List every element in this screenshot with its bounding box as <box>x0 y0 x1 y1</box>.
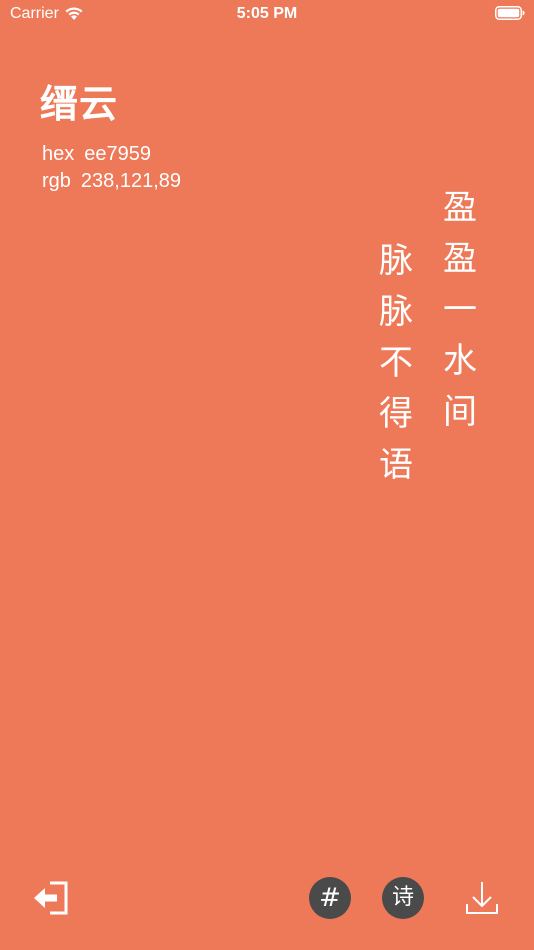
poem-char: 不 <box>379 343 413 383</box>
status-bar: Carrier 5:05 PM <box>0 0 534 30</box>
exit-icon <box>34 881 68 915</box>
color-detail-screen: Carrier 5:05 PM 缙云 hex ee7959 rgb 238,121,… <box>0 0 534 950</box>
poem-char: 脉 <box>379 241 413 281</box>
rgb-label: rgb <box>42 170 71 192</box>
poem-line-1: 盈 盈 一 水 间 <box>440 183 480 438</box>
poem-char: 语 <box>379 445 413 485</box>
hex-value: ee7959 <box>84 143 151 165</box>
download-icon <box>466 882 498 914</box>
poem-char: 脉 <box>379 292 413 332</box>
poem-char: 得 <box>379 394 413 434</box>
hash-button[interactable]: # <box>309 877 351 919</box>
rgb-row: rgb 238,121,89 <box>42 169 181 193</box>
poem-char: 一 <box>443 290 477 330</box>
poem-button[interactable]: 诗 <box>382 877 424 919</box>
color-name-title: 缙云 <box>40 82 119 126</box>
exit-button[interactable] <box>30 878 70 918</box>
poem-char: 盈 <box>443 239 477 279</box>
poem-char: 盈 <box>443 188 477 228</box>
rgb-value: 238,121,89 <box>80 170 182 192</box>
hex-row: hex ee7959 <box>42 142 151 166</box>
battery-icon <box>495 6 525 20</box>
poem-line-2: 脉 脉 不 得 语 <box>376 236 416 491</box>
download-button[interactable] <box>462 878 502 918</box>
hex-label: hex <box>42 143 75 165</box>
status-time: 5:05 PM <box>236 5 298 22</box>
poem-char: 水 <box>443 341 477 381</box>
poem-char: 间 <box>443 392 477 432</box>
